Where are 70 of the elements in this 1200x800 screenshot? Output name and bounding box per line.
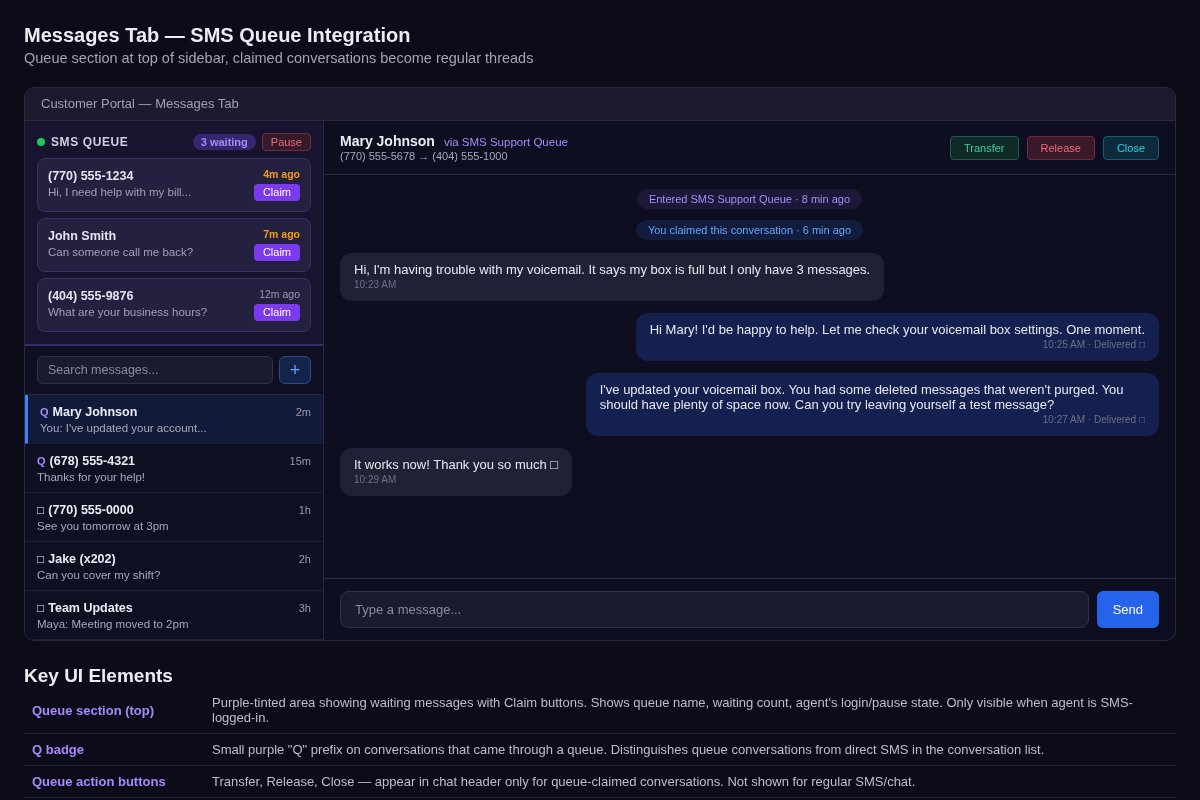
contact-name: (770) 555-0000 [48, 502, 135, 518]
caller-name: John Smith [48, 228, 118, 244]
element-description: Transfer, Release, Close — appear in chat header only for queue-claimed conversations. Not shown for regular SMS/chat. [204, 765, 1176, 798]
message-preview: Can someone call me back? [48, 245, 194, 260]
conversation-time: 15m [289, 454, 311, 469]
search-field[interactable]: Search messages... [37, 356, 273, 384]
claim-button[interactable]: Claim [253, 184, 300, 201]
element-description: Purple-tinted area showing waiting messages with Claim buttons. Shows queue name, waiting count, agent's login/pause state. Only visible when agent is SMS-logged-in. [204, 687, 1176, 734]
message-time: 10:23 AM [354, 279, 398, 291]
conversation-item[interactable]: Q (678) 555-4321 15m Thanks for your help! [25, 444, 323, 493]
queue-label: SMS QUEUE [51, 135, 130, 149]
element-description: Small purple "Q" prefix on conversations that came through a queue. Distinguishes queue conversations from direct SMS in the conversation list. [204, 733, 1176, 766]
conversation-item[interactable]: □ Jake (x202) 2h Can you cover my shift? [25, 542, 323, 591]
page-subtitle: Queue section at top of sidebar, claimed conversations become regular threads [24, 49, 535, 67]
claim-button[interactable]: Claim [253, 244, 300, 261]
wait-time: 4m ago [263, 168, 300, 181]
message-time: 10:27 AM · Delivered □ [1042, 414, 1145, 426]
message-preview: See you tomorrow at 3pm [37, 519, 170, 534]
message-preview: You: I've updated your account... [40, 421, 208, 436]
queue-prefix: Q [37, 454, 46, 469]
conversation-item[interactable]: □ (770) 555-0000 1h See you tomorrow at 3pm [25, 493, 323, 542]
send-button[interactable]: Send [1096, 591, 1159, 628]
close-button[interactable]: Close [1102, 135, 1159, 160]
contact-name: Mary Johnson [340, 132, 435, 150]
transfer-button[interactable]: Transfer [949, 135, 1019, 160]
caller-name: (770) 555-1234 [48, 168, 135, 184]
message-input[interactable]: Type a message... [340, 591, 1089, 628]
type-glyph: □ [37, 551, 45, 567]
message-text: It works now! Thank you so much □ [354, 457, 559, 472]
element-term: Q badge [24, 733, 204, 766]
section-heading: Key UI Elements [24, 664, 174, 687]
element-term: Queue action buttons [24, 765, 204, 798]
message-time: 10:25 AM · Delivered □ [1042, 339, 1145, 351]
caller-name: (404) 555-9876 [48, 288, 135, 304]
type-glyph: □ [37, 502, 45, 518]
message-text: I've updated your voicemail box. You had some deleted messages that weren't purged. You should have plenty of space now. Can you try leaving yourself a test message? [599, 382, 1125, 412]
message-preview: Can you cover my shift? [37, 568, 162, 583]
contact-name: Jake (x202) [48, 551, 117, 567]
system-event: You claimed this conversation · 6 min ago [635, 220, 864, 240]
wait-time: 7m ago [263, 228, 300, 241]
type-glyph: □ [37, 600, 45, 616]
wait-time: 12m ago [259, 288, 300, 301]
pause-button[interactable]: Pause [261, 133, 311, 151]
new-message-button[interactable]: + [279, 356, 311, 384]
message-preview: Maya: Meeting moved to 2pm [37, 617, 190, 632]
contact-name: Team Updates [48, 600, 134, 616]
conversation-time: 2h [298, 552, 311, 567]
portal-title: Customer Portal — Messages Tab [25, 88, 1175, 121]
element-term: Queue section (top) [24, 687, 204, 734]
conversation-time: 3h [298, 601, 311, 616]
message-preview: Thanks for your help! [37, 470, 147, 485]
waiting-count: 3 waiting [192, 134, 256, 150]
phone-route: (770) 555-5678 → (404) 555-1000 [340, 150, 509, 163]
contact-name: (678) 555-4321 [49, 453, 137, 469]
page-title: Messages Tab — SMS Queue Integration [24, 24, 412, 47]
system-event: Entered SMS Support Queue · 8 min ago [636, 189, 863, 209]
message-text: Hi Mary! I'd be happy to help. Let me check your voicemail box settings. One moment. [649, 322, 1145, 337]
message-text: Hi, I'm having trouble with my voicemail. It says my box is full but I only have 3 messages. [354, 262, 871, 277]
queue-source: via SMS Support Queue [443, 136, 568, 148]
conversation-time: 1h [298, 503, 311, 518]
conversation-time: 2m [295, 405, 311, 420]
message-time: 10:29 AM [354, 474, 398, 486]
message-preview: What are your business hours? [48, 305, 208, 320]
conversation-item[interactable]: □ Team Updates 3h Maya: Meeting moved to 2pm [25, 591, 323, 640]
conversation-item[interactable]: Q Mary Johnson 2m You: I've updated your account... [25, 395, 323, 444]
release-button[interactable]: Release [1026, 135, 1095, 160]
claim-button[interactable]: Claim [253, 304, 300, 321]
contact-name: Mary Johnson [52, 404, 139, 420]
queue-prefix: Q [40, 405, 49, 420]
message-preview: Hi, I need help with my bill... [48, 185, 192, 200]
